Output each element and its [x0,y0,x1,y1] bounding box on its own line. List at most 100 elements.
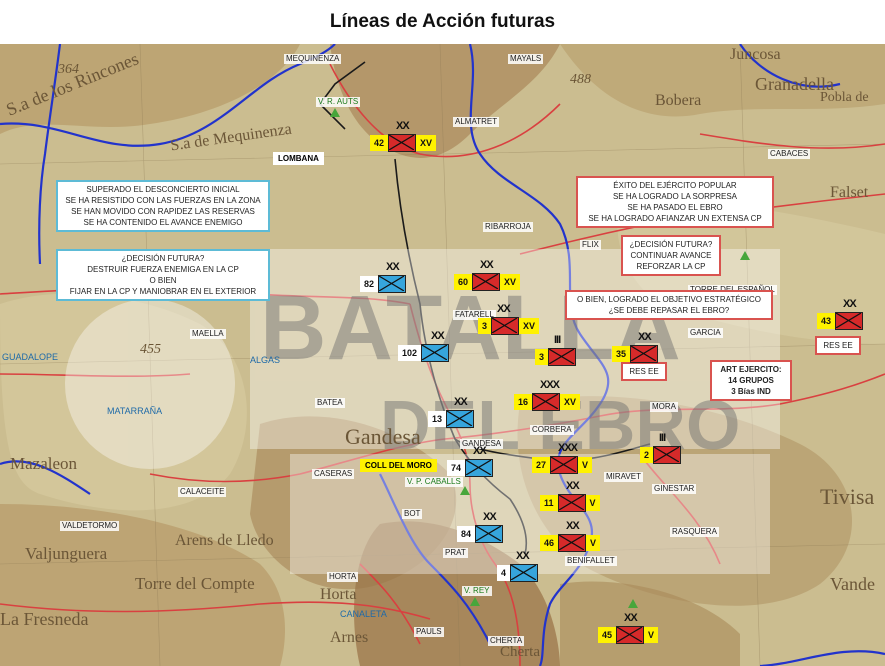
republican-unit-u3a[interactable]: XX 3 XV [478,303,540,337]
place-mayals: MAYALS [508,54,544,64]
nationalist-unit-n84[interactable]: XX 84 [457,511,504,545]
unit-number: 102 [398,345,422,361]
place-corbera: CORBERA [530,425,574,435]
unit-echelon: XX [566,520,580,532]
map-word-juncosa: Juncosa [730,46,781,63]
unit-number: 45 [598,627,617,643]
republican-unit-u35[interactable]: XX 35 [612,331,659,365]
box-line: O BIEN [149,276,177,285]
republican-unit-u3b[interactable]: III 3 [535,334,577,368]
unit-number: 16 [514,394,533,410]
box-line: SE HA RESISTIDO CON LAS FUERZAS EN LA ZO… [65,196,261,205]
vertex-triangle [628,599,638,608]
infantry-symbol-icon [557,494,586,512]
map-word-bobera: Bobera [655,92,702,109]
nationalist-unit-n13[interactable]: XX 13 [428,396,475,430]
box-line: FIJAR EN LA CP Y MANIOBRAR EN EL EXTERIO… [69,287,257,296]
unit-corps: V [586,535,601,551]
nationalist-unit-n4[interactable]: XX 4 [497,550,539,584]
page-title: Líneas de Acción futuras [329,11,556,32]
nationalist-decision-box: ¿DECISIÓN FUTURA? DESTRUIR FUERZA ENEMIG… [56,249,270,301]
box-line: CONTINUAR AVANCE [630,251,712,260]
box-line: SUPERADO EL DESCONCIERTO INICIAL [86,185,240,194]
place-miravet: MIRAVET [604,472,643,482]
box-line: ¿SE DEBE REPASAR EL EBRO? [608,306,730,315]
republican-alternative-box: O BIEN, LOGRADO EL OBJETIVO ESTRATÉGICO … [565,290,773,320]
place-cabaces: CABACES [768,149,811,159]
place-calaceite: CALACEITE [178,487,227,497]
place-mora: MORA [650,402,678,412]
place-guadalope: GUADALOPE [2,352,59,362]
unit-number: 3 [535,349,549,365]
unit-echelon: III [659,432,666,444]
infantry-symbol-icon [835,312,864,330]
place-cherta: CHERTA [488,636,525,646]
map-word-mazaleon: Mazaleon [10,454,78,473]
unit-number: 60 [454,274,473,290]
map-word-cherta: Cherta [500,644,540,660]
vertex-triangle [740,251,750,260]
infantry-symbol-icon [550,456,579,474]
nationalist-unit-n74[interactable]: XX 74 [447,445,494,479]
box-line: SE HA PASADO EL EBRO [627,203,723,212]
place-mequinenza: MEQUINENZA [284,54,342,64]
box-line: SE HA LOGRADO AFIANZAR UN EXTENSA CP [588,214,762,223]
place-canaleta: CANALETA [340,609,387,619]
map-word-torre-compte: Torre del Compte [135,574,255,593]
map-word-falset: Falset [830,184,869,201]
place-batea: BATEA [315,398,345,408]
unit-corps: XV [500,274,521,290]
place-garcia: GARCIA [688,328,723,338]
map-word-gandesa: Gandesa [345,424,421,449]
infantry-symbol-icon [616,626,645,644]
nationalist-unit-n82[interactable]: XX 82 [360,261,407,295]
map-area[interactable]: BATALLA DEL EBRO 364 455 488 S.a de los … [0,44,885,666]
nationalist-unit-n102[interactable]: XX 102 [398,330,450,364]
republican-unit-u27[interactable]: XXX 27 V [532,442,593,476]
republican-unit-u2[interactable]: III 2 [640,432,682,466]
republican-unit-u16[interactable]: XXX 16 XV [514,379,581,413]
republican-unit-u46[interactable]: XX 46 V [540,520,601,554]
unit-corps: V [585,495,600,511]
box-line: 3 Bías IND [731,387,771,396]
unit-echelon: XX [386,261,400,273]
unit-number: 82 [360,276,379,292]
infantry-symbol-icon [465,459,494,477]
box-line: 14 GRUPOS [728,376,774,385]
unit-number: 3 [478,318,492,334]
unit-number: 27 [532,457,551,473]
infantry-symbol-icon [491,317,520,335]
place-benifallet: BENIFALLET [565,556,617,566]
unit-corps: XV [560,394,581,410]
republican-unit-u45[interactable]: XX 45 V [598,612,659,646]
elevation-455: 455 [140,342,161,357]
unit-echelon: XX [843,298,857,310]
res-ee-box: RES EE [815,336,861,355]
unit-number: 43 [817,313,836,329]
nationalist-situation-box: SUPERADO EL DESCONCIERTO INICIAL SE HA R… [56,180,270,232]
unit-echelon: XX [483,511,497,523]
unit-number: 42 [370,135,389,151]
map-word-la-fresneda: La Fresneda [0,609,89,629]
box-line: O BIEN, LOGRADO EL OBJETIVO ESTRATÉGICO [576,295,762,304]
unit-echelon: XX [638,331,652,343]
vertex-triangle [330,108,340,117]
place-v-rey: V. REY [462,586,492,596]
box-line: ART EJERCITO: [720,365,782,374]
republican-unit-u43[interactable]: XX 43 [817,298,864,332]
unit-echelon: XX [473,445,487,457]
place-caseras: CASERAS [312,469,355,479]
republican-unit-u11[interactable]: XX 11 V [540,480,600,514]
unit-echelon: III [554,334,561,346]
box-line: ¿DECISIÓN FUTURA? [121,254,205,263]
republican-unit-u42[interactable]: XX 42 XV [370,120,437,154]
infantry-symbol-icon [378,275,407,293]
place-bot: BOT [402,509,423,519]
vertex-triangle [460,486,470,495]
map-word-horta: Horta [320,586,357,603]
place-valdetormo: VALDETORMO [60,521,120,531]
unit-echelon: XX [480,259,494,271]
republican-unit-u60[interactable]: XX 60 XV [454,259,521,293]
place-flix: FLIX [580,240,601,250]
republican-situation-box: ÉXITO DEL EJÉRCITO POPULAR SE HA LOGRADO… [576,176,774,228]
